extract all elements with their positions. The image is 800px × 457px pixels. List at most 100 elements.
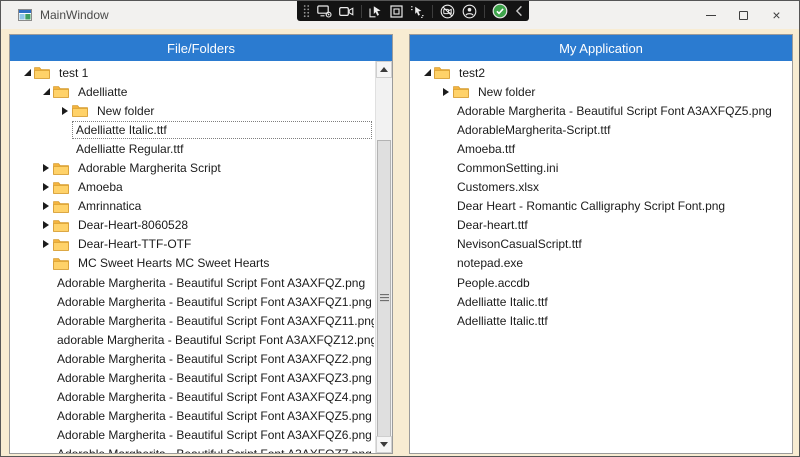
left-panel-body: test 1AdelliatteNew folderAdelliatte Ita… (10, 61, 392, 453)
user-circle-icon[interactable] (462, 4, 477, 19)
toolbar-separator (361, 5, 362, 18)
folder-icon (53, 181, 69, 194)
tree-item-label: New folder (474, 83, 539, 101)
right-panel-body: test2New folderAdorable Margherita - Bea… (410, 61, 792, 453)
tree-item-file[interactable]: Customers.xlsx (410, 178, 792, 197)
tree-item-folder[interactable]: Adelliatte (10, 82, 375, 101)
scroll-up-button[interactable] (376, 61, 392, 78)
tree-item-label: Adelliatte Italic.ttf (453, 312, 552, 330)
toolbar-grip-icon[interactable] (303, 4, 310, 18)
collapse-chevron-icon[interactable] (515, 5, 523, 17)
tree-item-file[interactable]: Adorable Margherita - Beautiful Script F… (410, 101, 792, 120)
tree-item-folder[interactable]: Dear-Heart-8060528 (10, 216, 375, 235)
expand-toggle-icon[interactable] (39, 221, 53, 229)
tree-item-label: Adorable Margherita - Beautiful Script F… (53, 274, 369, 292)
scrollbar-thumb[interactable] (377, 140, 391, 453)
expand-toggle-icon[interactable] (58, 107, 72, 115)
tree-item-label: Adorable Margherita - Beautiful Script F… (53, 445, 375, 453)
recording-toolbar (297, 1, 529, 21)
tree-item-label: Adorable Margherita - Beautiful Script F… (53, 426, 375, 444)
tree-item-folder[interactable]: test2 (410, 63, 792, 82)
scroll-down-button[interactable] (376, 436, 392, 453)
video-camera-icon[interactable] (339, 6, 354, 17)
webcam-off-icon[interactable] (440, 4, 455, 19)
tree-item-file[interactable]: AdorableMargherita-Script.ttf (410, 120, 792, 139)
screen-settings-icon[interactable] (317, 5, 332, 18)
tree-item-file[interactable]: CommonSetting.ini (410, 158, 792, 177)
expand-toggle-icon[interactable] (39, 202, 53, 210)
vertical-scrollbar[interactable] (375, 61, 392, 453)
tree-item-label: Dear-Heart-TTF-OTF (74, 235, 195, 253)
tree-item-folder[interactable]: Amoeba (10, 178, 375, 197)
tree-item-file[interactable]: Adorable Margherita - Beautiful Script F… (10, 407, 375, 426)
tree-item-label: adorable Margherita - Beautiful Script F… (53, 331, 375, 349)
tree-item-label: Dear-Heart-8060528 (74, 216, 192, 234)
tree-item-file[interactable]: adorable Margherita - Beautiful Script F… (10, 330, 375, 349)
minimize-icon (706, 15, 716, 16)
cursor-effects-icon[interactable] (410, 5, 425, 18)
tree-item-label: New folder (93, 102, 158, 120)
tree-item-file[interactable]: Adorable Margherita - Beautiful Script F… (10, 445, 375, 453)
tree-item-file[interactable]: Adorable Margherita - Beautiful Script F… (10, 349, 375, 368)
confirm-icon[interactable] (492, 3, 508, 19)
tree-item-file[interactable]: NevisonCasualScript.ttf (410, 235, 792, 254)
tree-item-file[interactable]: Adorable Margherita - Beautiful Script F… (10, 388, 375, 407)
region-capture-icon[interactable] (390, 5, 403, 18)
tree-item-file[interactable]: Adorable Margherita - Beautiful Script F… (10, 426, 375, 445)
tree-item-file[interactable]: notepad.exe (410, 254, 792, 273)
tree-item-label: CommonSetting.ini (453, 159, 562, 177)
tree-item-folder[interactable]: New folder (10, 101, 375, 120)
tree-item-label: Adorable Margherita - Beautiful Script F… (53, 388, 375, 406)
tree-item-file[interactable]: Adorable Margherita - Beautiful Script F… (10, 369, 375, 388)
tree-item-file[interactable]: Dear Heart - Romantic Calligraphy Script… (410, 197, 792, 216)
tree-item-folder[interactable]: Dear-Heart-TTF-OTF (10, 235, 375, 254)
tree-item-folder[interactable]: New folder (410, 82, 792, 101)
collapse-toggle-icon[interactable] (39, 88, 53, 95)
scroll-up-icon (380, 67, 388, 72)
cursor-capture-icon[interactable] (369, 5, 383, 18)
tree-item-file[interactable]: Adelliatte Italic.ttf (410, 292, 792, 311)
expand-toggle-icon[interactable] (39, 240, 53, 248)
tree-item-label: People.accdb (453, 274, 534, 292)
minimize-button[interactable] (694, 1, 727, 29)
expand-toggle-icon[interactable] (39, 183, 53, 191)
titlebar: MainWindow × (1, 1, 799, 29)
tree-item-label: NevisonCasualScript.ttf (453, 235, 586, 253)
expand-toggle-icon[interactable] (439, 88, 453, 96)
folder-icon (434, 66, 450, 79)
tree-item-folder[interactable]: Amrinnatica (10, 197, 375, 216)
tree-item-file[interactable]: Amoeba.ttf (410, 139, 792, 158)
tree-item-label: test 1 (55, 64, 92, 82)
tree-item-folder[interactable]: MC Sweet Hearts MC Sweet Hearts (10, 254, 375, 273)
tree-item-file[interactable]: Adorable Margherita - Beautiful Script F… (10, 273, 375, 292)
scroll-down-icon (380, 442, 388, 447)
right-panel: My Application test2New folderAdorable M… (409, 34, 793, 454)
tree-item-folder[interactable]: Adorable Margherita Script (10, 158, 375, 177)
maximize-button[interactable] (727, 1, 760, 29)
tree-item-file[interactable]: Dear-heart.ttf (410, 216, 792, 235)
folder-icon (453, 85, 469, 98)
collapse-toggle-icon[interactable] (20, 69, 34, 76)
folder-icon (53, 200, 69, 213)
close-button[interactable]: × (760, 1, 793, 29)
tree-item-folder[interactable]: test 1 (10, 63, 375, 82)
tree-item-file[interactable]: Adelliatte Italic.ttf (10, 120, 375, 139)
expand-toggle-icon[interactable] (39, 164, 53, 172)
my-application-tree: test2New folderAdorable Margherita - Bea… (410, 61, 792, 453)
folder-icon (53, 219, 69, 232)
tree-item-label: Amrinnatica (74, 197, 145, 215)
tree-item-file[interactable]: Adorable Margherita - Beautiful Script F… (10, 292, 375, 311)
tree-item-label: Adelliatte Italic.ttf (453, 293, 552, 311)
left-panel-header: File/Folders (10, 35, 392, 61)
tree-item-file[interactable]: Adelliatte Regular.ttf (10, 139, 375, 158)
collapse-toggle-icon[interactable] (420, 69, 434, 76)
toolbar-separator (484, 5, 485, 18)
tree-item-file[interactable]: Adelliatte Italic.ttf (410, 311, 792, 330)
tree-item-file[interactable]: Adorable Margherita - Beautiful Script F… (10, 311, 375, 330)
right-panel-header: My Application (410, 35, 792, 61)
left-panel: File/Folders test 1AdelliatteNew folderA… (9, 34, 393, 454)
tree-item-label: Customers.xlsx (453, 178, 543, 196)
tree-item-file[interactable]: People.accdb (410, 273, 792, 292)
tree-item-label: Adorable Margherita - Beautiful Script F… (53, 407, 375, 425)
folder-icon (53, 85, 69, 98)
